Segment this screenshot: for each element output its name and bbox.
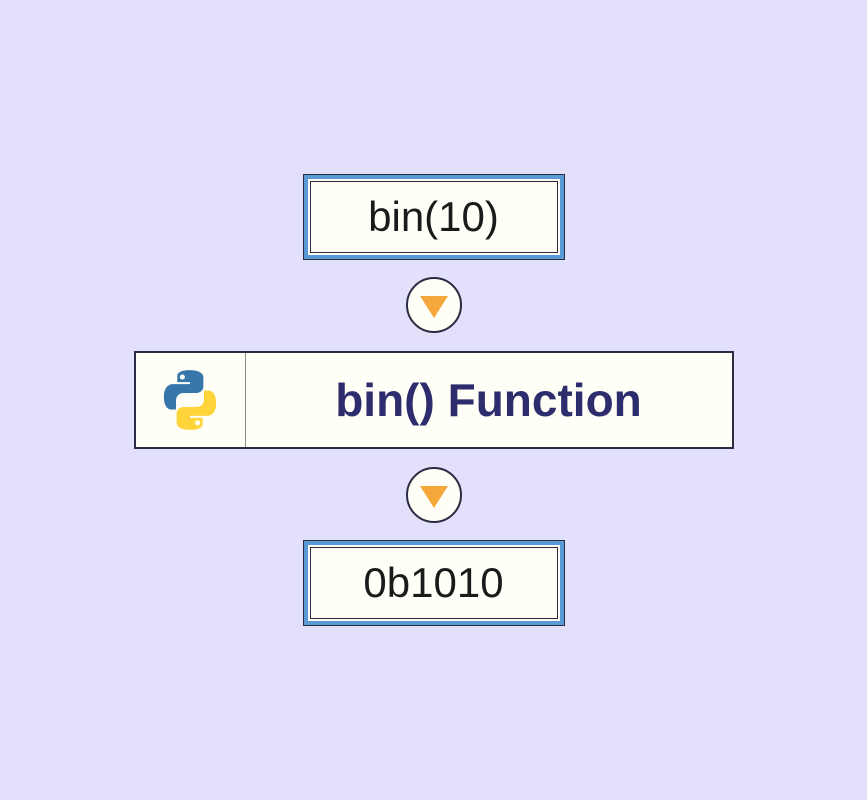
output-text: 0b1010: [363, 559, 503, 606]
arrow-down-2: [406, 467, 462, 523]
arrow-down-icon: [420, 486, 448, 508]
input-text: bin(10): [368, 193, 499, 240]
arrow-down-icon: [420, 296, 448, 318]
python-logo-icon: [155, 365, 225, 435]
input-box: bin(10): [304, 175, 564, 259]
logo-section: [136, 353, 246, 447]
function-box: bin() Function: [134, 351, 734, 449]
function-label: bin() Function: [246, 353, 732, 447]
output-box: 0b1010: [304, 541, 564, 625]
arrow-down-1: [406, 277, 462, 333]
